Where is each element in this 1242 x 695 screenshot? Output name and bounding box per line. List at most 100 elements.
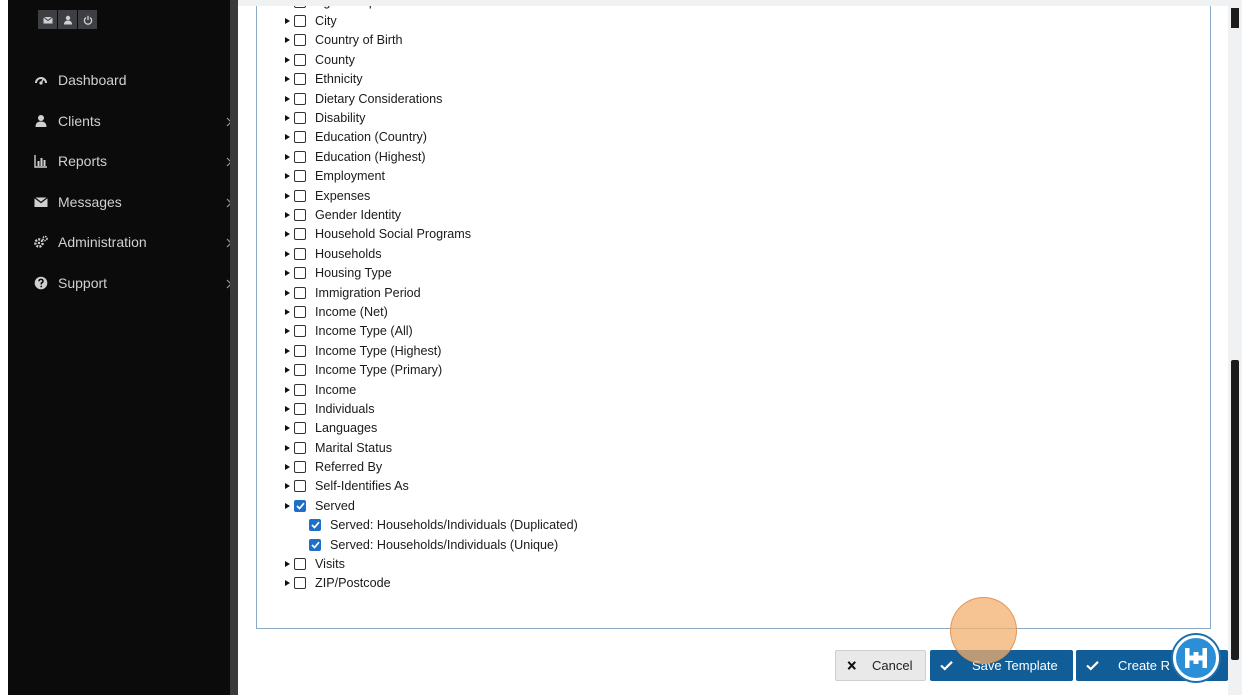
field-checkbox[interactable] (294, 441, 306, 454)
field-checkbox[interactable] (294, 499, 306, 512)
sidebar-item-reports[interactable]: Reports (16, 141, 238, 182)
page-scrollbar[interactable] (1228, 0, 1242, 695)
field-label[interactable]: Education (Highest) (315, 150, 426, 164)
field-checkbox[interactable] (294, 577, 306, 590)
messages-shortcut-button[interactable] (38, 10, 57, 29)
field-checkbox[interactable] (294, 305, 306, 318)
sidebar-item-clients[interactable]: Clients (16, 101, 238, 142)
field-checkbox[interactable] (294, 422, 306, 435)
field-label[interactable]: Age Group (315, 6, 376, 9)
cancel-button[interactable]: Cancel (835, 650, 926, 681)
field-checkbox[interactable] (294, 364, 306, 377)
expand-triangle-icon[interactable] (285, 270, 293, 277)
field-checkbox[interactable] (294, 34, 306, 47)
field-label[interactable]: Income Type (Primary) (315, 363, 442, 377)
expand-triangle-icon[interactable] (285, 580, 293, 587)
field-label[interactable]: Served: Households/Individuals (Unique) (330, 538, 558, 552)
field-label[interactable]: Gender Identity (315, 208, 401, 222)
expand-triangle-icon[interactable] (285, 347, 293, 354)
expand-triangle-icon[interactable] (285, 192, 293, 199)
field-label[interactable]: Household Social Programs (315, 227, 471, 241)
field-checkbox[interactable] (294, 15, 306, 28)
field-checkbox[interactable] (294, 53, 306, 66)
field-checkbox[interactable] (294, 189, 306, 202)
expand-triangle-icon[interactable] (285, 464, 293, 471)
field-checkbox[interactable] (309, 519, 321, 532)
field-checkbox[interactable] (294, 131, 306, 144)
field-label[interactable]: Served (315, 499, 355, 513)
field-label[interactable]: Referred By (315, 460, 382, 474)
field-label[interactable]: Marital Status (315, 441, 392, 455)
field-checkbox[interactable] (294, 344, 306, 357)
expand-triangle-icon[interactable] (285, 115, 293, 122)
expand-triangle-icon[interactable] (285, 444, 293, 451)
field-label[interactable]: Visits (315, 557, 345, 571)
expand-triangle-icon[interactable] (285, 425, 293, 432)
field-checkbox[interactable] (294, 247, 306, 260)
field-label[interactable]: Disability (315, 111, 365, 125)
expand-triangle-icon[interactable] (285, 483, 293, 490)
field-label[interactable]: County (315, 53, 355, 67)
field-checkbox[interactable] (294, 558, 306, 571)
field-checkbox[interactable] (294, 228, 306, 241)
field-checkbox[interactable] (294, 383, 306, 396)
sidebar-item-administration[interactable]: Administration (16, 222, 238, 263)
field-label[interactable]: Income (Net) (315, 305, 388, 319)
field-label[interactable]: Income Type (All) (315, 324, 413, 338)
scrollbar-thumb[interactable] (1231, 360, 1239, 660)
field-label[interactable]: Education (Country) (315, 130, 427, 144)
field-label[interactable]: Individuals (315, 402, 375, 416)
expand-triangle-icon[interactable] (285, 95, 293, 102)
sidebar-item-messages[interactable]: Messages (16, 182, 238, 223)
field-label[interactable]: Languages (315, 421, 377, 435)
expand-triangle-icon[interactable] (285, 405, 293, 412)
field-label[interactable]: Immigration Period (315, 286, 421, 300)
expand-triangle-icon[interactable] (285, 561, 293, 568)
expand-triangle-icon[interactable] (285, 76, 293, 83)
expand-triangle-icon[interactable] (285, 367, 293, 374)
field-checkbox[interactable] (294, 461, 306, 474)
field-checkbox[interactable] (294, 402, 306, 415)
expand-triangle-icon[interactable] (285, 250, 293, 257)
profile-shortcut-button[interactable] (58, 10, 77, 29)
field-label[interactable]: Housing Type (315, 266, 392, 280)
expand-triangle-icon[interactable] (285, 173, 293, 180)
sidebar-item-support[interactable]: Support (16, 263, 238, 304)
app-logo-badge[interactable] (1173, 635, 1219, 681)
expand-triangle-icon[interactable] (285, 37, 293, 44)
field-label[interactable]: Households (315, 247, 382, 261)
field-checkbox[interactable] (294, 208, 306, 221)
expand-triangle-icon[interactable] (285, 134, 293, 141)
field-checkbox[interactable] (294, 325, 306, 338)
expand-triangle-icon[interactable] (285, 56, 293, 63)
sidebar-item-dashboard[interactable]: Dashboard (16, 60, 238, 101)
expand-triangle-icon[interactable] (285, 211, 293, 218)
field-label[interactable]: Income Type (Highest) (315, 344, 441, 358)
field-checkbox[interactable] (294, 150, 306, 163)
field-label[interactable]: Income (315, 383, 356, 397)
expand-triangle-icon[interactable] (285, 289, 293, 296)
field-label[interactable]: Ethnicity (315, 72, 363, 86)
field-checkbox[interactable] (294, 480, 306, 493)
expand-triangle-icon[interactable] (285, 502, 293, 509)
field-checkbox[interactable] (294, 267, 306, 280)
field-label[interactable]: Country of Birth (315, 33, 403, 47)
field-checkbox[interactable] (294, 112, 306, 125)
logout-button[interactable] (78, 10, 97, 29)
expand-triangle-icon[interactable] (285, 153, 293, 160)
expand-triangle-icon[interactable] (285, 18, 293, 25)
field-checkbox[interactable] (294, 92, 306, 105)
field-label[interactable]: ZIP/Postcode (315, 576, 391, 590)
field-checkbox[interactable] (294, 170, 306, 183)
field-checkbox[interactable] (294, 286, 306, 299)
field-label[interactable]: Dietary Considerations (315, 92, 442, 106)
field-label[interactable]: Expenses (315, 189, 370, 203)
field-label[interactable]: Self-Identifies As (315, 479, 409, 493)
expand-triangle-icon[interactable] (285, 386, 293, 393)
expand-triangle-icon[interactable] (285, 328, 293, 335)
expand-triangle-icon[interactable] (285, 231, 293, 238)
expand-triangle-icon[interactable] (285, 308, 293, 315)
field-label[interactable]: Served: Households/Individuals (Duplicat… (330, 518, 578, 532)
field-checkbox[interactable] (294, 73, 306, 86)
field-label[interactable]: City (315, 14, 337, 28)
